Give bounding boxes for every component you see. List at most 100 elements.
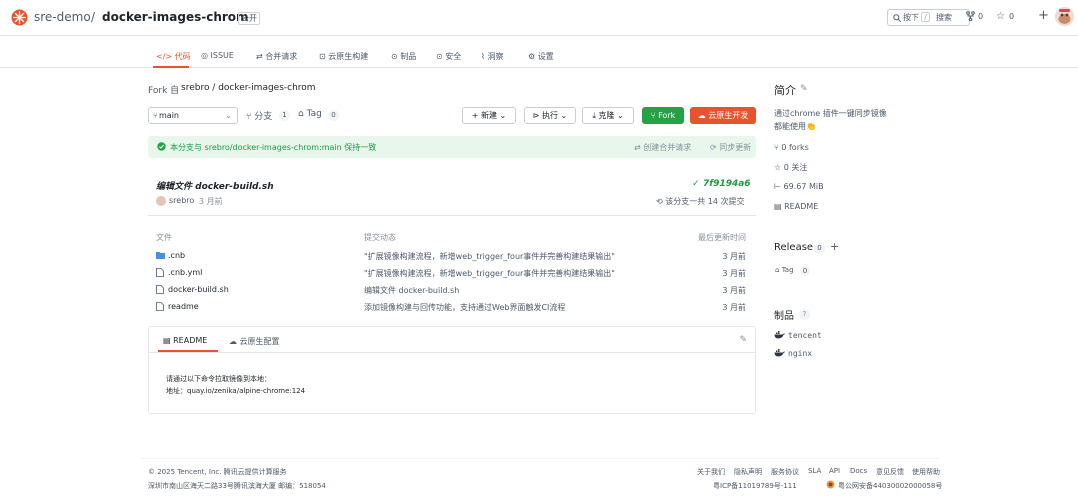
footer-police-link[interactable]: 粤公网安备44030002000058号 [838,481,942,491]
table-row[interactable]: .cnb "扩展镜像构建流程，新增web_trigger_four事件并完善构建… [148,248,756,265]
table-row[interactable]: readme 添加镜像构建与回传功能，支持通过Web界面触发CI流程 3 月前 [148,299,756,316]
branch-select[interactable]: ⑂ main ⌄ [148,107,238,124]
table-row[interactable]: docker-build.sh 编辑文件 docker-build.sh 3 月… [148,282,756,299]
fork-button[interactable]: ⑂ Fork [642,107,684,124]
watchers-stat[interactable]: ☆ 0 关注 [774,162,807,173]
file-name-link[interactable]: .cnb [168,251,185,260]
sync-status-text: 本分支与 srebro/docker-images-chrom:main 保持一… [170,143,377,152]
help-icon[interactable]: ? [799,309,810,320]
footer-link-feedback[interactable]: 意见反馈 [876,467,904,477]
fork-icon: ⑂ [650,111,656,120]
cnb-logo-icon[interactable] [11,9,28,26]
artifact-link[interactable]: nginx [788,349,812,358]
tag-link[interactable]: ⌂ Tag [775,266,794,274]
tab-label: 代码 [174,52,191,61]
insights-icon: ⌇ [481,52,485,61]
tag-icon: ⌂ [775,266,780,274]
commit-count-link[interactable]: ⟲ 该分支一共 14 次提交 [656,196,745,207]
footer-link-privacy[interactable]: 隐私声明 [734,467,762,477]
star-icon[interactable]: ☆ [996,11,1005,22]
code-icon: </> [156,52,173,61]
create-new-button[interactable]: + [1038,8,1049,23]
sync-changes-link[interactable]: ⟳ 同步更新 [710,142,751,153]
commit-time: 3 月前 [199,197,223,206]
run-button[interactable]: ⊳ 执行 ⌄ [524,107,576,124]
artifacts-title[interactable]: 制品 [774,307,794,322]
repo-owner-link[interactable]: sre-demo [34,10,91,24]
file-commit-message[interactable]: "扩展镜像构建流程，新增web_trigger_four事件并完善构建结果输出" [364,268,615,279]
commit-author-link[interactable]: srebro [169,196,194,205]
tab-readme[interactable]: ▤ README [163,336,207,345]
footer-link-docs[interactable]: Docs [850,467,867,475]
footer-link-terms[interactable]: 服务协议 [771,467,799,477]
tab-label: 制品 [400,52,417,61]
latest-commit: 编辑文件 docker-build.sh ✓ 7f9194a6 srebro 3… [148,168,756,216]
tab-cloud-config[interactable]: ☁ 云原生配置 [229,336,280,347]
fork-source-link[interactable]: srebro / docker-images-chrom [181,83,316,93]
download-icon: ⤓ [592,111,596,120]
branch-name: main [159,111,179,120]
tag-icon: ⌂ [298,109,304,119]
footer-link-api[interactable]: API [829,467,840,475]
create-merge-request-link[interactable]: ⇄ 创建合并请求 [634,142,691,153]
artifact-icon: ⊙ [391,52,398,61]
tab-issue[interactable]: ◎ ISSUE [201,51,234,60]
clone-button[interactable]: ⤓ 克隆 ⌄ [582,107,634,124]
release-title[interactable]: Release [774,242,813,253]
edit-icon[interactable]: ✎ [800,84,808,94]
fork-icon[interactable] [966,11,975,21]
commit-message-link[interactable]: 编辑文件 docker-build.sh [156,179,274,192]
file-commit-message[interactable]: 编辑文件 docker-build.sh [364,285,459,296]
footer-link-about[interactable]: 关于我们 [697,467,725,477]
fork-prefix: Fork 自 [148,86,180,96]
table-row[interactable]: .cnb.yml "扩展镜像构建流程，新增web_trigger_four事件并… [148,265,756,282]
tab-artifacts[interactable]: ⊙ 制品 [391,51,416,62]
add-release-button[interactable]: + [830,240,839,253]
tab-settings[interactable]: ⚙ 设置 [528,51,554,62]
search-icon [893,14,901,22]
new-button[interactable]: + 新建 ⌄ [462,107,516,124]
tab-code[interactable]: </> 代码 [156,51,191,62]
breadcrumb-separator: / [91,10,96,24]
chevron-down-icon: ⌄ [499,111,507,120]
footer-link-help[interactable]: 使用帮助 [912,467,940,477]
file-name-link[interactable]: readme [168,302,199,311]
tag-label: Tag [781,266,794,274]
readme-text: 请通过以下命令拉取镜像到本地： [166,375,271,383]
sync-status-bar: 本分支与 srebro/docker-images-chrom:main 保持一… [148,136,756,158]
tab-security[interactable]: ⊙ 安全 [436,51,461,62]
footer-icp-link[interactable]: 粤ICP备11019789号-111 [713,481,797,491]
file-name-link[interactable]: docker-build.sh [168,285,229,294]
tags-label: Tag [306,109,322,119]
tags-link[interactable]: ⌂ Tag [298,109,322,119]
book-icon: ▤ [774,202,782,211]
cloud-dev-label: 云原生开发 [708,111,749,120]
search-button[interactable]: 按下 / 搜索 [887,9,970,26]
readme-link-label: README [784,202,819,211]
repo-name-link[interactable]: docker-images-chrom [102,10,249,24]
merge-icon: ⇄ [634,143,641,152]
tab-insights[interactable]: ⌇ 洞察 [481,51,503,62]
cloud-dev-button[interactable]: ☁ 云原生开发 [690,107,756,124]
history-icon: ⟲ [656,197,663,206]
tab-merge-requests[interactable]: ⇄ 合并请求 [256,51,297,62]
tab-cloud-build[interactable]: ⊡ 云原生构建 [319,51,368,62]
artifact-link[interactable]: tencent [788,331,822,340]
commit-sha-link[interactable]: 7f9194a6 [703,179,751,189]
about-title: 简介 [774,84,796,97]
visibility-badge: 公开 [238,12,260,25]
column-header-time: 最后更新时间 [698,233,746,242]
footer-link-sla[interactable]: SLA [808,467,821,475]
file-commit-message[interactable]: "扩展镜像构建流程，新增web_trigger_four事件并完善构建结果输出" [364,251,615,262]
user-avatar[interactable] [1055,7,1074,26]
branches-link[interactable]: ⑂ 分支 [246,109,272,122]
author-avatar[interactable] [156,196,166,206]
plus-icon: + [471,111,479,120]
file-updated-time: 3 月前 [722,286,746,295]
readme-link[interactable]: ▤ README [774,202,818,211]
chevron-down-icon: ⌄ [616,111,624,120]
edit-icon[interactable]: ✎ [739,335,747,345]
file-commit-message[interactable]: 添加镜像构建与回传功能，支持通过Web界面触发CI流程 [364,302,565,313]
file-name-link[interactable]: .cnb.yml [168,268,202,277]
forks-stat[interactable]: ⑂ 0 forks [774,143,809,152]
